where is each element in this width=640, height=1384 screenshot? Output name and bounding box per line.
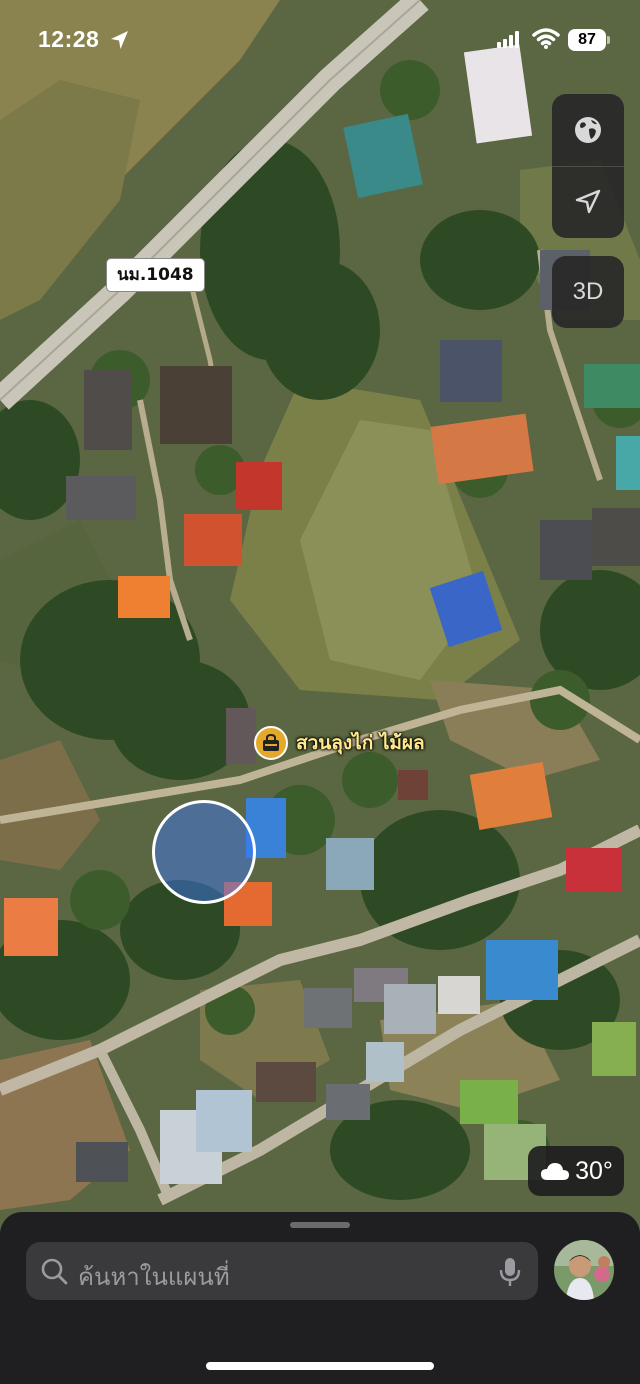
three-d-button[interactable]: 3D <box>552 256 624 328</box>
poi-marker[interactable]: สวนลุงไก่ ไม้ผล <box>254 726 425 760</box>
home-indicator <box>206 1362 434 1370</box>
bottom-sheet[interactable]: ค้นหาในแผนที่ <box>0 1212 640 1384</box>
search-field[interactable]: ค้นหาในแผนที่ <box>26 1242 538 1300</box>
location-arrow-icon <box>575 189 601 214</box>
map-controls <box>552 94 624 238</box>
microphone-icon[interactable] <box>498 1256 522 1288</box>
globe-icon <box>575 117 601 143</box>
status-bar: 12:28 87 <box>0 0 640 80</box>
weather-badge[interactable]: 30° <box>528 1146 624 1196</box>
poi-label: สวนลุงไก่ ไม้ผล <box>296 732 425 754</box>
search-icon <box>41 1258 68 1285</box>
status-time: 12:28 <box>38 26 100 52</box>
cellular-signal-icon <box>497 31 519 48</box>
location-services-icon <box>111 31 128 49</box>
locate-me-button[interactable] <box>552 166 624 238</box>
user-location-marker[interactable] <box>152 800 256 904</box>
sheet-grabber[interactable] <box>290 1222 350 1228</box>
road-label: นม.1048 <box>106 258 205 292</box>
search-placeholder: ค้นหาในแผนที่ <box>78 1263 230 1291</box>
battery-cap <box>607 36 610 44</box>
battery-indicator: 87 <box>568 29 606 51</box>
wifi-icon <box>532 28 560 49</box>
avatar[interactable] <box>554 1240 614 1300</box>
cloud-icon <box>541 1163 570 1180</box>
map-mode-button[interactable] <box>552 94 624 166</box>
weather-temperature: 30° <box>575 1156 613 1185</box>
shopping-bag-icon <box>254 726 288 760</box>
